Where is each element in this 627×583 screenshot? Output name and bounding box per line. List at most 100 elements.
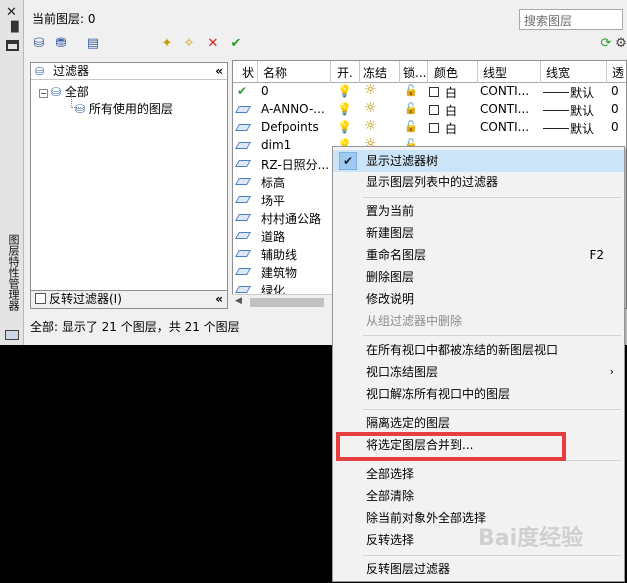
pin-icon[interactable]: ▐▌ xyxy=(7,22,22,33)
menu-separator xyxy=(363,197,621,198)
menu-label: 除当前对象外全部选择 xyxy=(366,511,487,525)
layer-name[interactable]: 标高 xyxy=(261,174,285,191)
menu-vp-thaw-all[interactable]: 视口解冻所有视口中的图层 xyxy=(333,383,624,405)
layer-name[interactable]: 村村通公路 xyxy=(261,210,321,227)
table-row[interactable]: ✔ 0 💡 ☼ 🔓 白 CONTI... 默认 0 xyxy=(233,82,626,101)
layer-status-icon xyxy=(234,138,252,152)
menu-separator xyxy=(363,555,621,556)
scroll-thumb[interactable] xyxy=(250,298,324,307)
thaw-sun-icon[interactable]: ☼ xyxy=(364,100,377,116)
new-property-filter-icon[interactable]: ⛁ xyxy=(30,36,48,52)
menu-select-all[interactable]: 全部选择 xyxy=(333,463,624,485)
linetype-value[interactable]: CONTI... xyxy=(480,102,529,116)
unlock-icon[interactable]: 🔓 xyxy=(404,84,418,97)
horizontal-scrollbar[interactable]: ◀ xyxy=(232,294,332,309)
menu-invert-layer-filter[interactable]: 反转图层过滤器 xyxy=(333,558,624,580)
search-layer-input[interactable]: 搜索图层 xyxy=(519,9,623,30)
table-row[interactable]: A-ANNO-... 💡 ☼ 🔓 白 CONTI... 默认 0 xyxy=(233,100,626,119)
transparency-value[interactable]: 0 xyxy=(611,120,619,134)
transparency-value[interactable]: 0 xyxy=(611,102,619,116)
menu-label: 置为当前 xyxy=(366,204,415,218)
palette-title: 图层特性管理器 xyxy=(7,234,20,311)
layer-name[interactable]: 建筑物 xyxy=(261,264,297,281)
menu-new-layer[interactable]: 新建图层 xyxy=(333,222,624,244)
layer-name[interactable]: dim1 xyxy=(261,138,291,152)
filter-header-label: 过滤器 xyxy=(53,64,90,78)
unlock-icon[interactable]: 🔓 xyxy=(404,102,418,115)
filter-node-icon: ⛁ xyxy=(51,85,65,99)
collapse-filter-icon[interactable]: « xyxy=(215,291,223,308)
unlock-icon[interactable]: 🔓 xyxy=(404,120,418,133)
collapse-filter-icon[interactable]: « xyxy=(215,63,223,79)
menu-set-current[interactable]: 置为当前 xyxy=(333,200,624,222)
settings-icon[interactable]: ⚙ xyxy=(612,36,627,52)
on-bulb-icon[interactable]: 💡 xyxy=(337,120,352,134)
invert-filter-bar: 反转过滤器(I) « xyxy=(30,290,228,309)
close-icon[interactable]: ✕ xyxy=(6,6,17,19)
thaw-sun-icon[interactable]: ☼ xyxy=(364,118,377,134)
lineweight-sample xyxy=(543,110,569,111)
col-color[interactable]: 颜色 xyxy=(434,64,458,81)
color-swatch[interactable] xyxy=(429,123,439,133)
linetype-value[interactable]: CONTI... xyxy=(480,120,529,134)
col-transparency[interactable]: 透 xyxy=(612,64,624,81)
menu-label: 全部选择 xyxy=(366,467,415,481)
col-lock[interactable]: 锁... xyxy=(403,64,426,81)
menu-isolate-layers[interactable]: 隔离选定的图层 xyxy=(333,412,624,434)
lineweight-value[interactable]: 默认 xyxy=(570,120,594,137)
layer-name[interactable]: 道路 xyxy=(261,228,285,245)
color-swatch[interactable] xyxy=(429,105,439,115)
layer-name[interactable]: 辅助线 xyxy=(261,246,297,263)
linetype-value[interactable]: CONTI... xyxy=(480,84,529,98)
lineweight-value[interactable]: 默认 xyxy=(570,84,594,101)
menu-remove-from-group: 从组过滤器中删除 xyxy=(333,310,624,332)
col-name[interactable]: 名称 xyxy=(263,64,287,81)
transparency-value[interactable]: 0 xyxy=(611,84,619,98)
layer-states-manager-icon[interactable]: ▤ xyxy=(84,36,102,52)
layer-status-icon xyxy=(234,156,252,170)
layer-status-icon xyxy=(234,102,252,116)
menu-separator xyxy=(363,335,621,336)
invert-filter-checkbox[interactable] xyxy=(35,293,46,304)
current-layer-check-icon: ✔ xyxy=(237,84,248,98)
layer-status-icon xyxy=(234,228,252,242)
tree-node-all[interactable]: − ⛁ 全部 xyxy=(39,83,89,100)
menu-delete-layer[interactable]: 删除图层 xyxy=(333,266,624,288)
tree-node-used-layers[interactable]: ⛁ 所有使用的图层 xyxy=(75,100,173,117)
color-swatch[interactable] xyxy=(429,87,439,97)
menu-label: 删除图层 xyxy=(366,270,415,284)
new-group-filter-icon[interactable]: ⛃ xyxy=(52,36,70,52)
layer-name[interactable]: RZ-日照分... xyxy=(261,156,329,173)
on-bulb-icon[interactable]: 💡 xyxy=(337,102,352,116)
properties-menu-icon[interactable] xyxy=(6,40,19,51)
menu-label: 显示图层列表中的过滤器 xyxy=(366,175,499,189)
menu-show-filters-in-list[interactable]: 显示图层列表中的过滤器 xyxy=(333,171,624,193)
color-name: 白 xyxy=(445,122,458,136)
on-bulb-icon[interactable]: 💡 xyxy=(337,84,352,98)
col-linetype[interactable]: 线型 xyxy=(483,64,507,81)
thaw-sun-icon[interactable]: ☼ xyxy=(364,82,377,98)
layer-name[interactable]: 0 xyxy=(261,84,269,98)
new-layer-vp-frozen-icon[interactable]: ✧ xyxy=(180,36,198,52)
menu-rename-layer[interactable]: 重命名图层 F2 xyxy=(333,244,624,266)
col-lineweight[interactable]: 线宽 xyxy=(546,64,570,81)
palette-titlebar[interactable]: ✕ ▐▌ 图层特性管理器 xyxy=(0,0,24,345)
menu-modify-description[interactable]: 修改说明 xyxy=(333,288,624,310)
tree-collapse-icon[interactable]: − xyxy=(39,89,48,98)
delete-layer-icon[interactable]: ✕ xyxy=(204,36,222,52)
menu-show-filter-tree[interactable]: ✔ 显示过滤器树 xyxy=(333,150,624,172)
menu-new-layer-vp-frozen[interactable]: 在所有视口中都被冻结的新图层视口 xyxy=(333,339,624,361)
layer-name[interactable]: Defpoints xyxy=(261,120,319,134)
scroll-left-icon[interactable]: ◀ xyxy=(235,296,242,306)
col-freeze[interactable]: 冻结 xyxy=(363,64,387,81)
table-row[interactable]: Defpoints 💡 ☼ 🔓 白 CONTI... 默认 0 xyxy=(233,118,626,137)
col-status[interactable]: 状 xyxy=(242,64,254,81)
col-on[interactable]: 开. xyxy=(337,64,353,81)
new-layer-icon[interactable]: ✦ xyxy=(158,36,176,52)
set-current-icon[interactable]: ✔ xyxy=(227,36,245,52)
menu-clear-all[interactable]: 全部清除 xyxy=(333,485,624,507)
menu-vp-freeze-layer[interactable]: 视口冻结图层 › xyxy=(333,361,624,383)
layer-name[interactable]: A-ANNO-... xyxy=(261,102,325,116)
lineweight-value[interactable]: 默认 xyxy=(570,102,594,119)
layer-name[interactable]: 场平 xyxy=(261,192,285,209)
